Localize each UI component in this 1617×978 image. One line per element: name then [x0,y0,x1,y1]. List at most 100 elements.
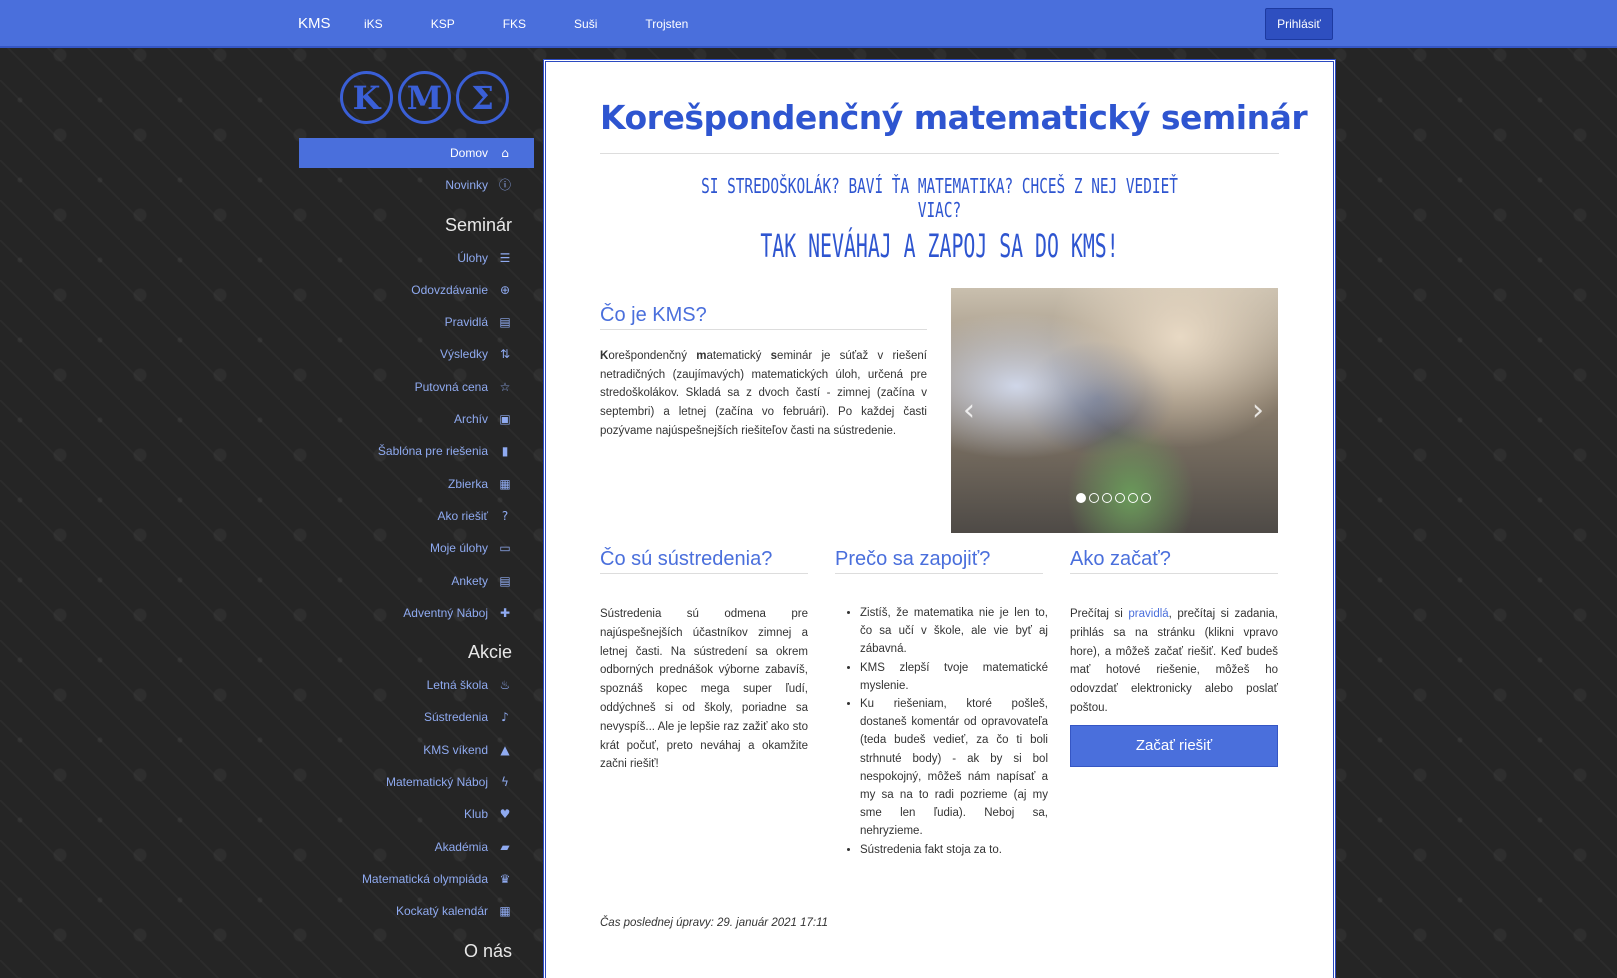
heart-icon: ♥ [499,807,511,822]
sidebar-item-label: Sústredenia [423,710,488,725]
sidebar-item-kockaty-kalendar[interactable]: Kockatý kalendár ▦ [299,896,534,926]
home-icon: ⌂ [501,146,509,160]
fire-icon: ♨ [499,678,511,693]
sidebar-item-putovna-cena[interactable]: Putovná cena ☆ [299,372,534,402]
heading-camps: Čo sú sústredenia? [600,548,808,574]
photo-carousel[interactable]: ‹ › [951,288,1278,533]
star-icon: ☆ [499,379,511,394]
carousel-dot[interactable] [1102,493,1112,503]
carousel-indicators [1076,493,1151,503]
sidebar-item-label: Úlohy [457,250,488,265]
sidebar-item-odovzdavanie[interactable]: Odovzdávanie ⊕ [299,275,534,305]
sidebar-item-label: Ako riešiť [437,508,488,523]
how-to-start-text: Prečítaj si pravidlá, prečítaj si zadani… [1070,608,1278,714]
crown-icon: ♛ [499,871,511,886]
sidebar-item-matematicky-naboj[interactable]: Matematický Náboj ϟ [299,767,534,797]
carousel-next-icon[interactable]: › [1252,393,1264,428]
sidebar-item-zbierka[interactable]: Zbierka ▦ [299,469,534,499]
title-divider [600,153,1279,154]
document-icon: ▤ [499,315,511,330]
logo-k: K [340,71,393,124]
sidebar-heading-seminar: Seminár [444,214,512,235]
sidebar-item-label: Domov [449,146,488,160]
inbox-icon: ▣ [499,412,511,427]
why-join-list: Zistíš, že matematika nie je len to, čo … [846,604,1048,859]
sidebar-item-archiv[interactable]: Archív ▣ [299,404,534,434]
list-icon: ☰ [499,250,511,265]
sidebar-item-sablona[interactable]: Šablóna pre riešenia ▮ [299,436,534,466]
logo-m: M [398,71,451,124]
nav-link-fks[interactable]: FKS [503,17,526,31]
briefcase-icon: ▰ [500,839,510,854]
carousel-dot[interactable] [1128,493,1138,503]
start-solving-button[interactable]: Začať riešiť [1070,725,1278,767]
nav-link-trojsten[interactable]: Trojsten [645,17,688,31]
sidebar-item-kms-vikend[interactable]: KMS víkend ▲ [299,735,534,765]
list-item: Sústredenia fakt stoja za to. [860,841,1048,859]
brand-link[interactable]: KMS [298,15,331,32]
list-item: Zistíš, že matematika nie je len to, čo … [860,604,1048,659]
carousel-prev-icon[interactable]: ‹ [963,393,975,428]
nav-link-susi[interactable]: Suši [574,17,597,31]
list-item: Ku riešeniam, ktoré pošleš, dostaneš kom… [860,695,1048,841]
sidebar-item-akademia[interactable]: Akadémia ▰ [299,832,534,862]
carousel-dot[interactable] [1115,493,1125,503]
rules-link[interactable]: pravidlá [1128,608,1168,620]
kms-logo[interactable]: K M Σ [340,71,509,124]
sidebar-item-vysledky[interactable]: Výsledky ⇅ [299,339,534,369]
logo-sigma: Σ [456,71,509,124]
sidebar-item-ako-riesit[interactable]: Ako riešiť? [299,501,534,531]
list-item: KMS zlepší tvoje matematické myslenie. [860,659,1048,695]
tent-icon: ▲ [500,742,510,757]
login-button[interactable]: Prihlásiť [1265,8,1333,40]
sidebar-item-label: Adventný Náboj [403,605,488,620]
book-icon: ▦ [499,476,511,491]
sidebar-item-moje-ulohy[interactable]: Moje úlohy ▭ [299,533,534,563]
sidebar-item-label: Odovzdávanie [411,282,488,297]
sidebar-item-sustredenia[interactable]: Sústredenia ♪ [299,702,534,732]
main-panel: Korešpondenčný matematický seminár Si st… [543,59,1336,978]
sidebar-heading-akcie: Akcie [467,642,512,663]
top-navbar: KMS iKS KSP FKS Suši Trojsten Prihlásiť [0,0,1617,48]
heading-what-is-kms: Čo je KMS? [600,304,927,330]
nav-link-iks[interactable]: iKS [364,17,383,31]
sidebar-item-label: Klub [463,807,488,822]
camps-text: Sústredenia sú odmena pre najúspešnejšíc… [600,608,808,771]
page-title: Korešpondenčný matematický seminár [600,98,1308,137]
sidebar-item-label: Archív [453,412,488,427]
carousel-dot[interactable] [1141,493,1151,503]
sidebar-item-klub[interactable]: Klub ♥ [299,799,534,829]
carousel-dot[interactable] [1089,493,1099,503]
carousel-dot[interactable] [1076,493,1086,503]
heading-why-join: Prečo sa zapojiť? [835,548,1043,574]
sidebar-item-label: Pravidlá [444,315,488,330]
sidebar-heading-o-nas: O nás [463,940,512,961]
file-icon: ▮ [501,444,509,459]
sidebar-item-label: Matematický Náboj [385,775,488,790]
sidebar-item-label: KMS víkend [423,742,488,757]
tagline-call-to-action: Tak neváhaj a zapoj sa do KMS! [760,227,1119,265]
sidebar-item-label: Zbierka [447,476,488,491]
last-modified: Čas poslednej úpravy: 29. január 2021 17… [600,917,829,929]
sidebar-item-matematicka-olympiada[interactable]: Matematická olympiáda ♛ [299,864,534,894]
sidebar-item-adventny-naboj[interactable]: Adventný Náboj ✚ [299,598,534,628]
sidebar-item-label: Letná škola [426,678,488,693]
sidebar-item-ulohy[interactable]: Úlohy ☰ [299,243,534,273]
sidebar-item-ankety[interactable]: Ankety ▤ [299,566,534,596]
bell-icon: ♪ [501,710,509,725]
what-is-kms-text: Korešpondenčný matematický seminár je sú… [600,350,927,437]
sidebar-item-label: Kockatý kalendár [395,904,488,919]
list-alt-icon: ▤ [499,573,511,588]
bolt-icon: ϟ [501,775,509,790]
gift-icon: ✚ [499,605,511,620]
sidebar-item-label: Akadémia [434,839,488,854]
question-icon: ? [501,508,509,523]
tagline-questions: Si stredoškolák? Baví ťa matematika? Chc… [701,174,1178,222]
nav-link-ksp[interactable]: KSP [431,17,455,31]
sidebar-item-domov[interactable]: Domov ⌂ [299,138,534,168]
sidebar-item-pravidla[interactable]: Pravidlá ▤ [299,307,534,337]
sidebar-item-novinky[interactable]: Novinky ⓘ [299,170,534,200]
sidebar-item-letna-skola[interactable]: Letná škola ♨ [299,670,534,700]
info-icon: ⓘ [498,178,511,193]
sort-icon: ⇅ [499,347,511,362]
